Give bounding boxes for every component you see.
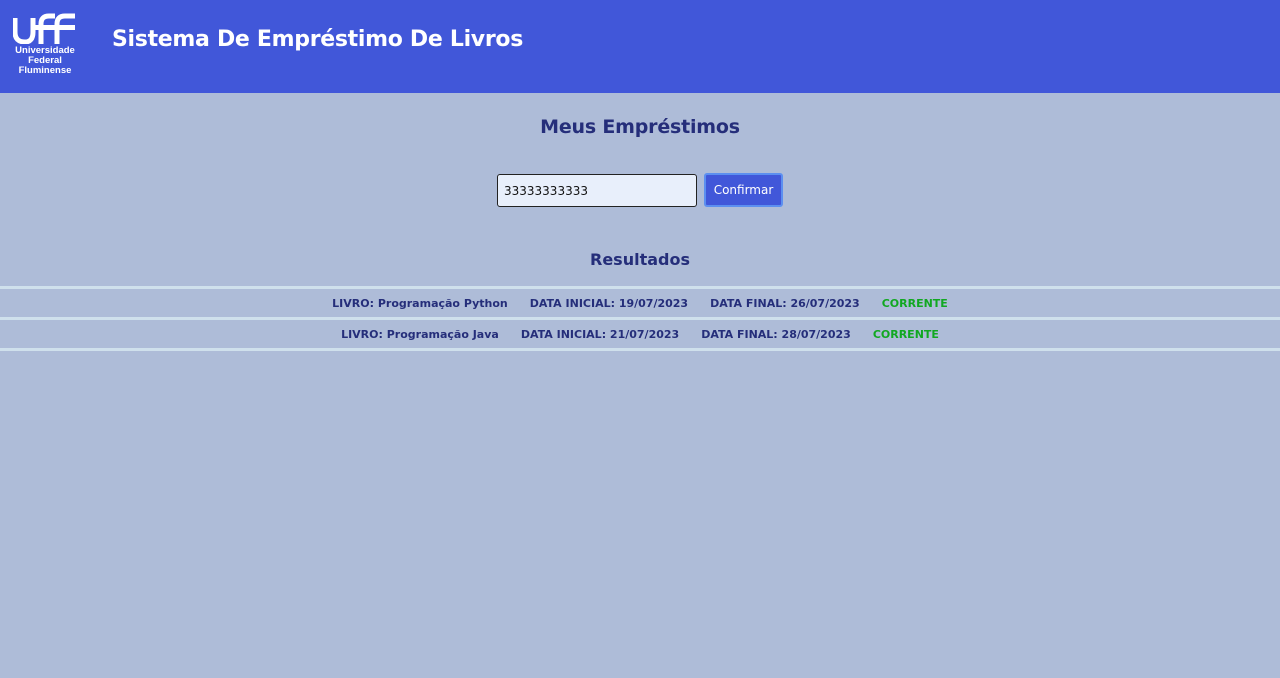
result-book: LIVRO: Programação Java [341, 327, 499, 341]
result-end-date: DATA FINAL: 28/07/2023 [701, 327, 851, 341]
logo-line-3: Fluminense [18, 65, 72, 76]
result-start-date: DATA INICIAL: 19/07/2023 [529, 296, 689, 310]
page-title: Meus Empréstimos [540, 116, 740, 138]
uff-logo-mark-icon [13, 13, 75, 44]
confirm-button[interactable]: Confirmar [704, 173, 783, 207]
results-title: Resultados [590, 250, 690, 269]
results-list: LIVRO: Programação Python DATA INICIAL: … [0, 286, 1280, 351]
result-status: CORRENTE [872, 327, 939, 341]
result-row: LIVRO: Programação Python DATA INICIAL: … [0, 286, 1280, 317]
app-title: Sistema De Empréstimo De Livros [112, 27, 524, 52]
result-end-date: DATA FINAL: 26/07/2023 [710, 296, 860, 310]
result-start-date: DATA INICIAL: 21/07/2023 [520, 327, 680, 341]
result-row: LIVRO: Programação Java DATA INICIAL: 21… [0, 317, 1280, 351]
search-input[interactable] [497, 174, 697, 207]
result-book: LIVRO: Programação Python [332, 296, 508, 310]
logo-text: Universidade Federal Fluminense [10, 46, 80, 76]
result-status: CORRENTE [881, 296, 948, 310]
uff-logo: Universidade Federal Fluminense [10, 12, 80, 82]
app-header: Universidade Federal Fluminense Sistema … [0, 0, 1280, 93]
